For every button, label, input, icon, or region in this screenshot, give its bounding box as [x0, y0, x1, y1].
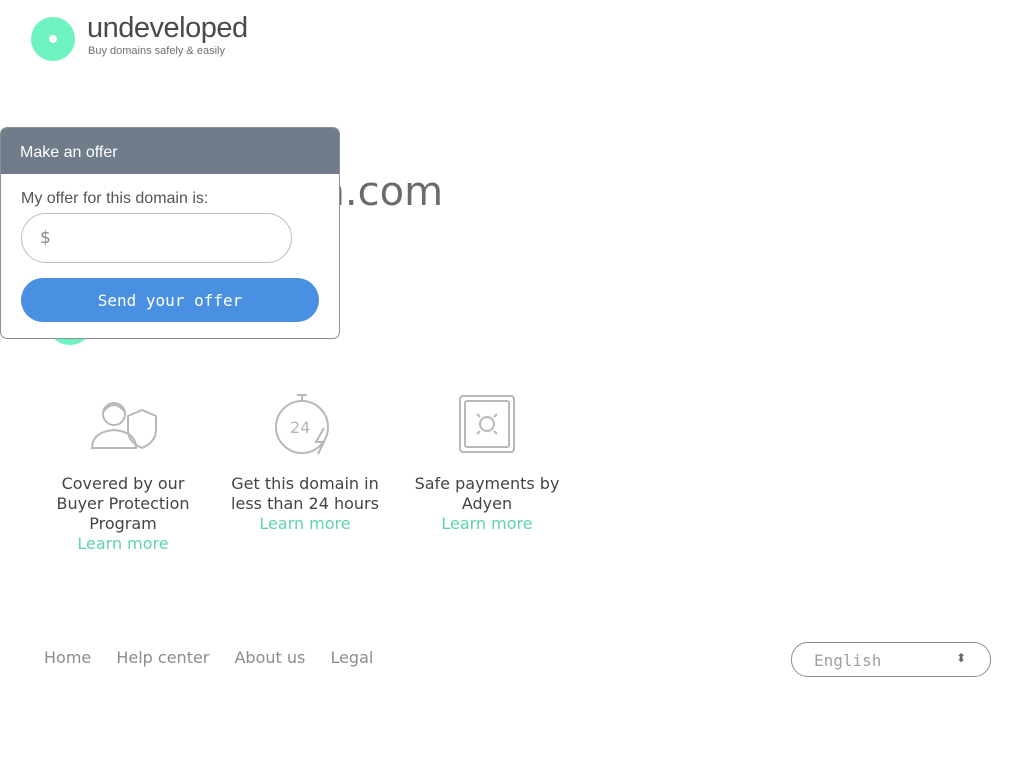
buyer-protection-icon	[90, 402, 157, 450]
24-hour-clock-icon: 24	[275, 394, 329, 455]
language-select[interactable]: English ⬍	[791, 642, 991, 677]
send-offer-button[interactable]: Send your offer	[21, 278, 319, 322]
svg-text:24: 24	[290, 418, 310, 437]
footer-nav: Home Help center About us Legal	[44, 648, 393, 667]
offer-popup: Make an offer My offer for this domain i…	[0, 127, 340, 339]
language-selected: English	[814, 651, 882, 670]
learn-more-link[interactable]: Learn more	[402, 514, 572, 534]
logo-wordmark: undeveloped	[87, 12, 248, 44]
logo-tagline: Buy domains safely & easily	[88, 45, 225, 57]
page: undeveloped Buy domains safely & easily …	[0, 0, 1024, 768]
feature-24-hours: 24 Get this domain in less than 24 hours…	[220, 392, 390, 534]
logo-dot	[49, 35, 57, 43]
logo[interactable]: undeveloped Buy domains safely & easily	[31, 12, 291, 62]
offer-label: My offer for this domain is:	[21, 190, 209, 207]
feature-title: Covered by our Buyer Protection Program	[56, 474, 190, 533]
feature-buyer-protection: Covered by our Buyer Protection Program …	[38, 392, 208, 554]
offer-amount-input[interactable]	[60, 220, 284, 258]
learn-more-link[interactable]: Learn more	[38, 534, 208, 554]
footer-link-legal[interactable]: Legal	[330, 648, 373, 667]
offer-popup-title: Make an offer	[1, 128, 339, 174]
footer-link-help-center[interactable]: Help center	[116, 648, 209, 667]
feature-title: Safe payments by Adyen	[414, 474, 560, 513]
feature-title: Get this domain in less than 24 hours	[231, 474, 379, 513]
learn-more-link[interactable]: Learn more	[220, 514, 390, 534]
currency-symbol: $	[40, 228, 51, 248]
safe-icon	[459, 395, 515, 453]
select-arrows-icon: ⬍	[956, 651, 967, 665]
feature-safe-payments: Safe payments by Adyen Learn more	[402, 392, 572, 534]
footer-link-about-us[interactable]: About us	[234, 648, 305, 667]
offer-amount-field[interactable]: $	[21, 213, 292, 263]
logo-circle-icon	[31, 17, 75, 61]
footer-link-home[interactable]: Home	[44, 648, 91, 667]
